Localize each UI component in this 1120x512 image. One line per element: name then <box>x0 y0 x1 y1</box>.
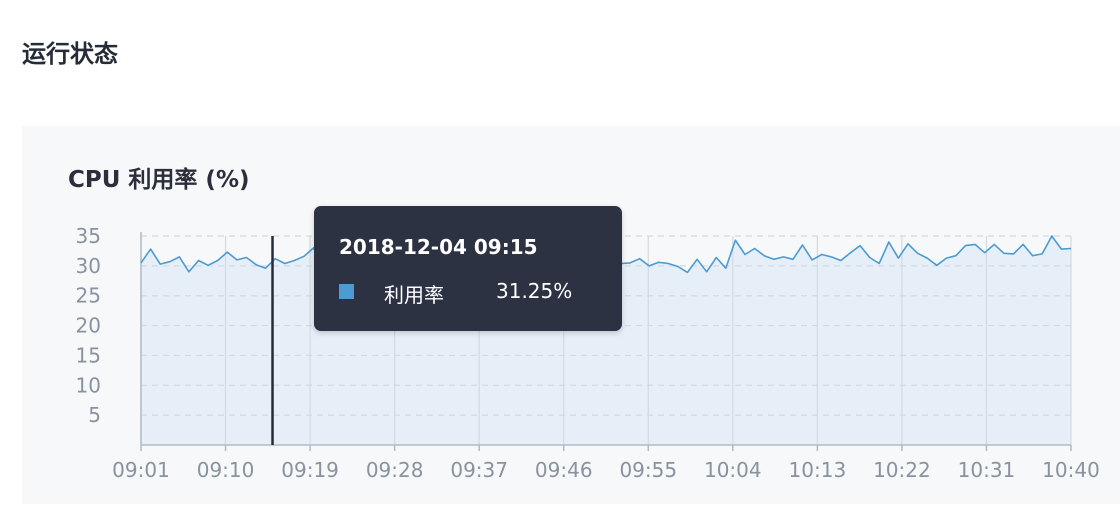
x-tick-label: 10:04 <box>704 458 762 482</box>
tooltip-value: 31.25% <box>496 279 573 303</box>
x-tick-label: 09:28 <box>366 458 424 482</box>
y-tick-label: 20 <box>76 314 101 338</box>
tooltip-series-label: 利用率 <box>384 283 444 307</box>
y-tick-label: 15 <box>76 343 101 367</box>
y-tick-label: 35 <box>76 224 101 248</box>
x-tick-label: 09:01 <box>112 458 170 482</box>
x-tick-label: 09:55 <box>619 458 677 482</box>
page-title: 运行状态 <box>22 40 118 68</box>
x-tick-label: 09:10 <box>197 458 255 482</box>
cpu-usage-card: CPU 利用率 (%) 5 10 15 20 25 30 35 09:01 09:10 09:19… <box>22 126 1120 504</box>
chart-tooltip: 2018-12-04 09:15 利用率 31.25% <box>314 206 622 331</box>
x-tick-label: 09:37 <box>450 458 508 482</box>
y-tick-label: 25 <box>76 284 101 308</box>
x-tick-label: 10:40 <box>1042 458 1100 482</box>
x-tick-label: 10:13 <box>789 458 847 482</box>
x-tick-label: 09:46 <box>535 458 593 482</box>
x-tick-label: 09:19 <box>281 458 339 482</box>
tooltip-time: 2018-12-04 09:15 <box>339 235 538 259</box>
y-tick-label: 10 <box>76 373 101 397</box>
y-tick-label: 30 <box>76 254 101 278</box>
x-tick-label: 10:22 <box>873 458 931 482</box>
x-tick-label: 10:31 <box>958 458 1016 482</box>
y-tick-label: 5 <box>88 403 101 427</box>
tooltip-series-swatch <box>339 284 354 299</box>
